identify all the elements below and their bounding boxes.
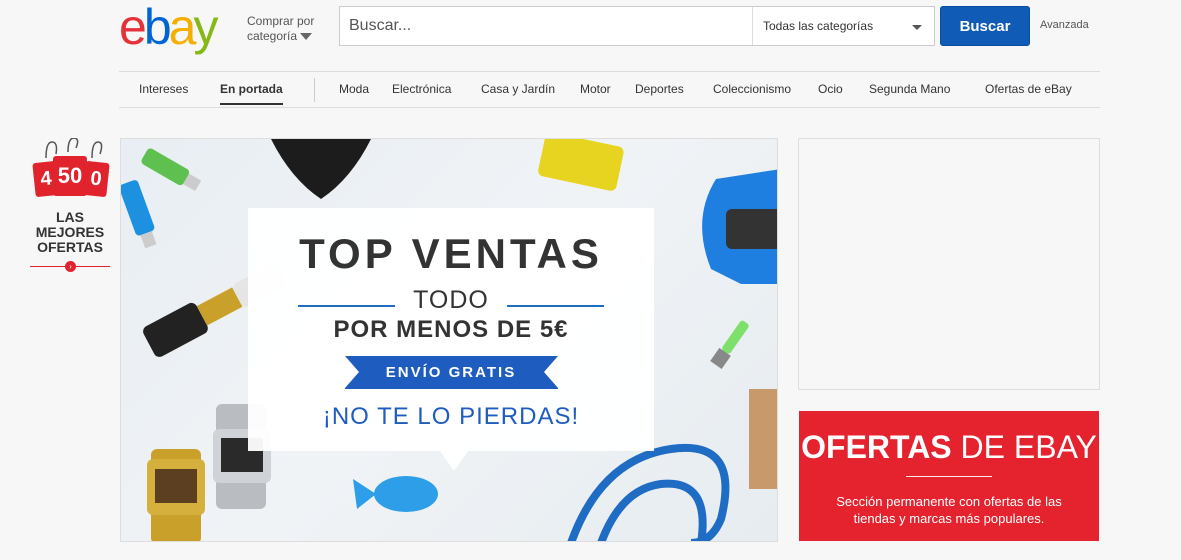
search-bar: Todas las categorías — [339, 6, 935, 46]
category-nav: Intereses En portada Moda Electrónica Ca… — [119, 71, 1100, 108]
category-select[interactable]: Todas las categorías — [752, 7, 934, 45]
nav-item-intereses[interactable]: Intereses — [139, 72, 188, 107]
advanced-search-link[interactable]: Avanzada — [1040, 19, 1089, 31]
offers-panel-title-rest: DE EBAY — [951, 429, 1097, 465]
nav-item-casa-jardin[interactable]: Casa y Jardín — [481, 72, 555, 107]
dropdown-arrow-icon — [912, 25, 922, 30]
promo-cta: ¡NO TE LO PIERDAS! — [322, 403, 580, 430]
package-icon — [749, 389, 777, 489]
mp3-player-icon — [538, 139, 624, 191]
fitness-band-icon — [702, 169, 777, 284]
promo-rule-left — [298, 305, 395, 307]
usb-stick-green-icon — [141, 148, 202, 191]
nav-item-ofertas-ebay[interactable]: Ofertas de eBay — [985, 72, 1072, 107]
shop-by-category-button[interactable]: Comprar por categoría — [247, 14, 314, 44]
search-input[interactable] — [340, 7, 752, 45]
offers-panel-title-bold: OFERTAS — [801, 429, 952, 465]
search-button[interactable]: Buscar — [940, 6, 1030, 46]
free-shipping-ribbon: ENVÍO GRATIS — [344, 356, 558, 389]
promo-subtitle: TODO — [413, 286, 489, 314]
nav-item-moda[interactable]: Moda — [339, 72, 369, 107]
usb-stick-blue-icon — [121, 180, 157, 249]
best-deals-divider: › — [28, 261, 112, 273]
offers-panel-title: OFERTAS DE EBAY — [799, 429, 1099, 466]
nav-item-electronica[interactable]: Electrónica — [392, 72, 451, 107]
chevron-down-icon — [300, 33, 313, 41]
category-select-value: Todas las categorías — [763, 19, 874, 33]
tag-center: 50 — [53, 156, 87, 196]
nav-divider — [314, 78, 315, 102]
braided-cable-icon — [567, 443, 730, 541]
promo-card: TOP VENTAS TODO POR MENOS DE 5€ ENVÍO GR… — [248, 208, 654, 471]
price-tags-graphic: 4 50 0 — [32, 138, 110, 200]
logo-letter-y: y — [193, 0, 218, 55]
nav-item-en-portada[interactable]: En portada — [220, 72, 283, 107]
promo-subtitle-2: POR MENOS DE 5€ — [333, 316, 569, 343]
promo-rule-right — [507, 305, 604, 307]
offers-panel-description: Sección permanente con ofertas de las ti… — [836, 494, 1062, 526]
nav-item-coleccionismo[interactable]: Coleccionismo — [713, 72, 791, 107]
nav-item-segunda-mano[interactable]: Segunda Mano — [869, 72, 950, 107]
best-deals-line1: LAS MEJORES — [35, 209, 105, 240]
best-deals-line2: OFERTAS — [37, 239, 103, 255]
promo-title: TOP VENTAS — [299, 230, 603, 277]
nav-item-ocio[interactable]: Ocio — [818, 72, 843, 107]
gold-watch-icon — [147, 449, 205, 541]
fish-tea-infuser-icon — [353, 476, 438, 512]
logo-letter-e: e — [119, 0, 147, 55]
ebay-offers-panel[interactable]: OFERTAS DE EBAY Sección permanente con o… — [799, 411, 1099, 541]
promo-subtitle-row: TODO — [248, 286, 654, 316]
logo-letter-b: b — [143, 0, 172, 55]
nav-item-deportes[interactable]: Deportes — [635, 72, 684, 107]
garment-icon — [271, 139, 371, 199]
valve-light-icon — [710, 320, 749, 369]
nav-item-motor[interactable]: Motor — [580, 72, 611, 107]
logo-letter-a: a — [168, 0, 197, 55]
ebay-logo[interactable]: ebay — [119, 0, 218, 55]
offers-panel-divider — [906, 476, 992, 477]
best-deals-label: LAS MEJORES OFERTAS — [28, 210, 112, 255]
hero-banner[interactable]: TOP VENTAS TODO POR MENOS DE 5€ ENVÍO GR… — [120, 138, 778, 542]
chevron-right-icon: › — [65, 261, 76, 272]
ad-placeholder — [798, 138, 1100, 390]
best-deals-badge[interactable]: 4 50 0 LAS MEJORES OFERTAS › — [28, 138, 112, 272]
